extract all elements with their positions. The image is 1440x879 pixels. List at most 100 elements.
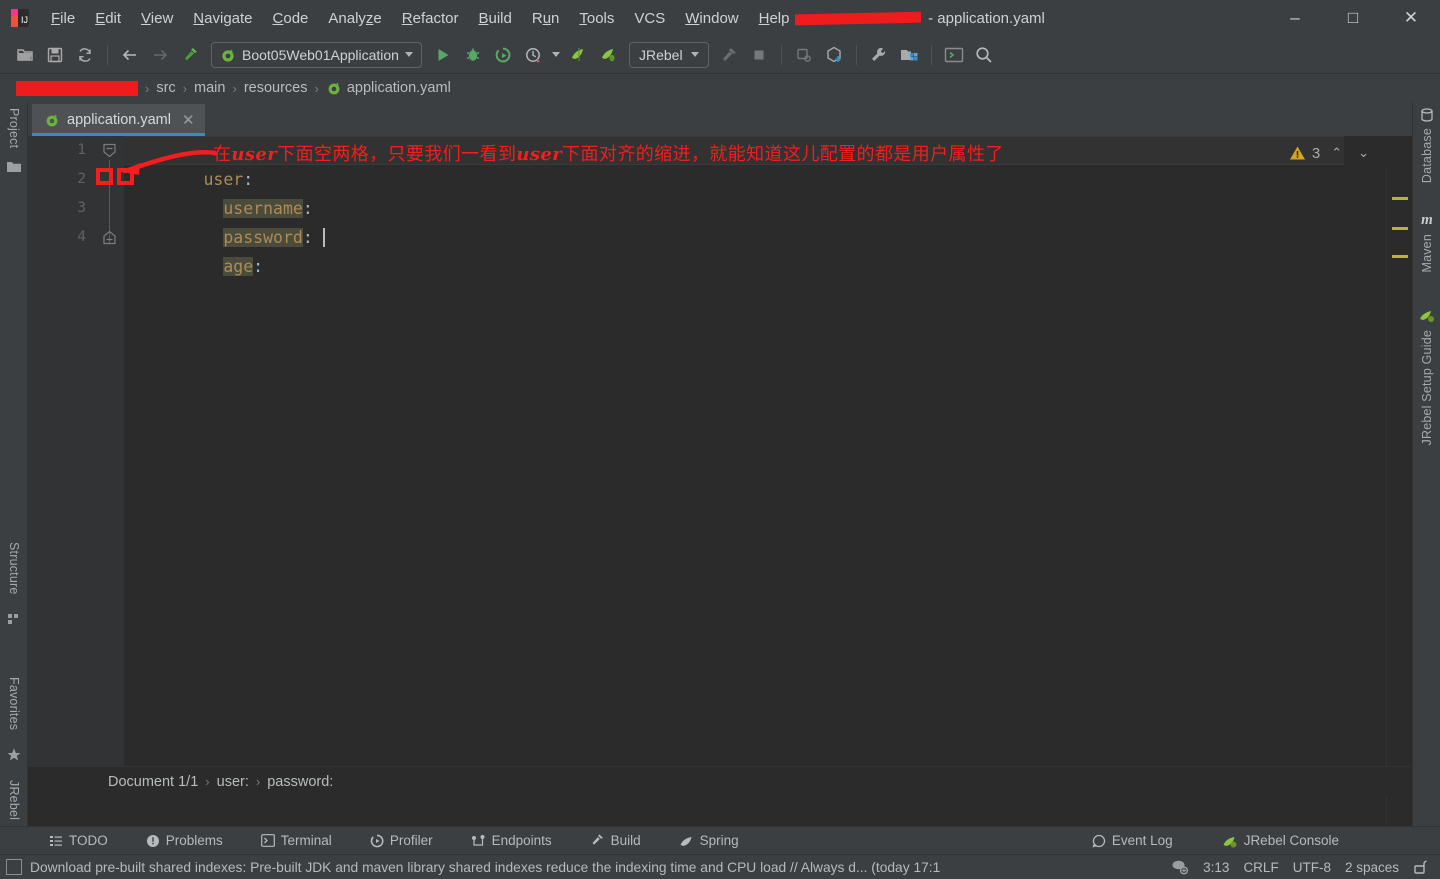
sidebar-item-jrebel[interactable]: JRebel bbox=[0, 780, 28, 820]
sidebar-item-favorites[interactable]: Favorites bbox=[0, 677, 28, 730]
tool-window-build[interactable]: Build bbox=[581, 830, 650, 851]
status-message[interactable]: Download pre-built shared indexes: Pre-b… bbox=[30, 860, 940, 875]
jrebel-selector[interactable]: JRebel bbox=[628, 41, 709, 68]
indent-setting[interactable]: 2 spaces bbox=[1345, 860, 1399, 875]
menu-help[interactable]: Help bbox=[749, 6, 800, 31]
code-text[interactable]: user: username: password: age: bbox=[124, 136, 1412, 796]
profile-icon[interactable] bbox=[518, 41, 548, 69]
tool-window-endpoints[interactable]: Endpoints bbox=[462, 830, 561, 851]
settings-wrench-icon[interactable] bbox=[864, 41, 894, 69]
sidebar-item-maven[interactable]: Maven bbox=[1413, 234, 1440, 273]
sidebar-item-structure[interactable]: Structure bbox=[0, 542, 28, 595]
menu-view[interactable]: View bbox=[131, 6, 183, 31]
code-editor[interactable]: 1 2 3 4 user: username: password: age: 3… bbox=[28, 136, 1412, 830]
menu-bar[interactable]: File Edit View Navigate Code Analyze Ref… bbox=[41, 0, 800, 36]
inspection-widget[interactable]: 3 ⌃ ⌄ bbox=[1289, 143, 1374, 163]
sync-icon[interactable] bbox=[70, 41, 100, 69]
menu-run[interactable]: Run bbox=[522, 6, 570, 31]
breadcrumb-item-src[interactable]: src bbox=[156, 80, 175, 96]
doc-crumb-password[interactable]: password: bbox=[267, 774, 333, 790]
run-configuration-selector[interactable]: Boot05Web01Application bbox=[211, 41, 422, 68]
forward-arrow-icon[interactable] bbox=[145, 41, 175, 69]
structure-icon[interactable] bbox=[0, 612, 28, 626]
warning-marker[interactable] bbox=[1392, 255, 1408, 258]
close-icon[interactable]: ✕ bbox=[182, 111, 195, 129]
breadcrumb-item-main[interactable]: main bbox=[194, 80, 225, 96]
tool-window-jrebel-console[interactable]: JRebel Console bbox=[1213, 830, 1348, 851]
inspection-eye-icon[interactable] bbox=[1171, 859, 1189, 875]
chevron-down-icon[interactable] bbox=[690, 52, 699, 57]
menu-build[interactable]: Build bbox=[468, 6, 521, 31]
tool-window-todo[interactable]: TODO bbox=[40, 830, 117, 851]
fold-end-icon[interactable] bbox=[102, 230, 117, 245]
editor-marker-rail[interactable] bbox=[1386, 170, 1412, 830]
chevron-down-icon[interactable] bbox=[404, 52, 413, 57]
build-hammer-icon[interactable] bbox=[175, 41, 205, 69]
warning-marker[interactable] bbox=[1392, 197, 1408, 200]
tool-window-event-log[interactable]: Event Log bbox=[1083, 830, 1182, 851]
sidebar-item-database[interactable]: Database bbox=[1413, 128, 1440, 183]
menu-window[interactable]: Window bbox=[675, 6, 748, 31]
sidebar-item-project[interactable]: Project bbox=[0, 108, 28, 148]
jrebel-leaf-icon[interactable] bbox=[1413, 307, 1440, 323]
menu-code[interactable]: Code bbox=[263, 6, 319, 31]
jrebel-debug-icon[interactable] bbox=[594, 41, 624, 69]
update-project-icon[interactable] bbox=[819, 41, 849, 69]
warning-marker[interactable] bbox=[1392, 227, 1408, 230]
endpoints-icon bbox=[471, 834, 485, 846]
tool-window-spring[interactable]: Spring bbox=[670, 830, 748, 851]
caret-position[interactable]: 3:13 bbox=[1203, 860, 1229, 875]
tab-application-yaml[interactable]: application.yaml ✕ bbox=[32, 104, 205, 136]
file-encoding[interactable]: UTF-8 bbox=[1293, 860, 1331, 875]
debug-icon[interactable] bbox=[458, 41, 488, 69]
code-line-2[interactable]: username: bbox=[124, 165, 1412, 218]
folder-icon[interactable] bbox=[0, 160, 28, 174]
unlocked-padlock-icon[interactable] bbox=[1413, 859, 1428, 875]
project-structure-icon[interactable] bbox=[894, 41, 924, 69]
doc-crumb-user[interactable]: user: bbox=[217, 774, 249, 790]
minimize-button[interactable]: – bbox=[1266, 0, 1324, 36]
chevron-up-icon[interactable]: ⌃ bbox=[1326, 143, 1347, 163]
breadcrumb-item-file[interactable]: application.yaml bbox=[347, 80, 451, 96]
star-icon[interactable] bbox=[0, 747, 28, 763]
jrebel-run-icon[interactable] bbox=[564, 41, 594, 69]
breadcrumb-item-resources[interactable]: resources bbox=[244, 80, 308, 96]
fold-collapse-icon[interactable] bbox=[102, 143, 117, 158]
menu-edit[interactable]: Edit bbox=[85, 6, 131, 31]
attach-debugger-icon[interactable] bbox=[789, 41, 819, 69]
document-position[interactable]: Document 1/1 bbox=[108, 774, 198, 790]
window-controls[interactable]: – □ ✕ bbox=[1266, 0, 1440, 36]
sidebar-item-jrebel-setup-guide[interactable]: JRebel Setup Guide bbox=[1413, 330, 1440, 445]
toggle-tool-windows-icon[interactable] bbox=[6, 859, 22, 875]
run-icon[interactable] bbox=[428, 41, 458, 69]
terminal-icon[interactable] bbox=[939, 41, 969, 69]
build-project-icon[interactable] bbox=[714, 41, 744, 69]
tool-window-terminal[interactable]: Terminal bbox=[252, 830, 341, 851]
line-number: 4 bbox=[77, 229, 86, 245]
tool-window-label: Build bbox=[610, 833, 641, 848]
maximize-button[interactable]: □ bbox=[1324, 0, 1382, 36]
menu-analyze[interactable]: Analyze bbox=[318, 6, 391, 31]
save-all-icon[interactable] bbox=[40, 41, 70, 69]
open-folder-icon[interactable] bbox=[10, 41, 40, 69]
run-coverage-icon[interactable] bbox=[488, 41, 518, 69]
tool-window-profiler[interactable]: Profiler bbox=[361, 830, 442, 851]
menu-navigate[interactable]: Navigate bbox=[183, 6, 262, 31]
menu-tools[interactable]: Tools bbox=[569, 6, 624, 31]
maven-m-icon[interactable]: m bbox=[1413, 212, 1440, 229]
search-everywhere-icon[interactable] bbox=[969, 41, 999, 69]
profile-dropdown-icon[interactable] bbox=[548, 41, 564, 69]
tool-window-problems[interactable]: Problems bbox=[137, 830, 232, 851]
menu-vcs[interactable]: VCS bbox=[624, 6, 675, 31]
code-line-3[interactable]: password: bbox=[124, 194, 1412, 247]
code-line-4[interactable]: age: bbox=[124, 223, 1412, 276]
back-arrow-icon[interactable] bbox=[115, 41, 145, 69]
menu-refactor[interactable]: Refactor bbox=[392, 6, 469, 31]
close-button[interactable]: ✕ bbox=[1382, 0, 1440, 36]
chevron-down-icon[interactable]: ⌄ bbox=[1353, 143, 1374, 163]
database-icon[interactable] bbox=[1413, 108, 1440, 122]
line-separator[interactable]: CRLF bbox=[1243, 860, 1278, 875]
menu-file[interactable]: File bbox=[41, 6, 85, 31]
build-hammer-icon bbox=[592, 834, 603, 845]
stop-icon[interactable] bbox=[744, 41, 774, 69]
